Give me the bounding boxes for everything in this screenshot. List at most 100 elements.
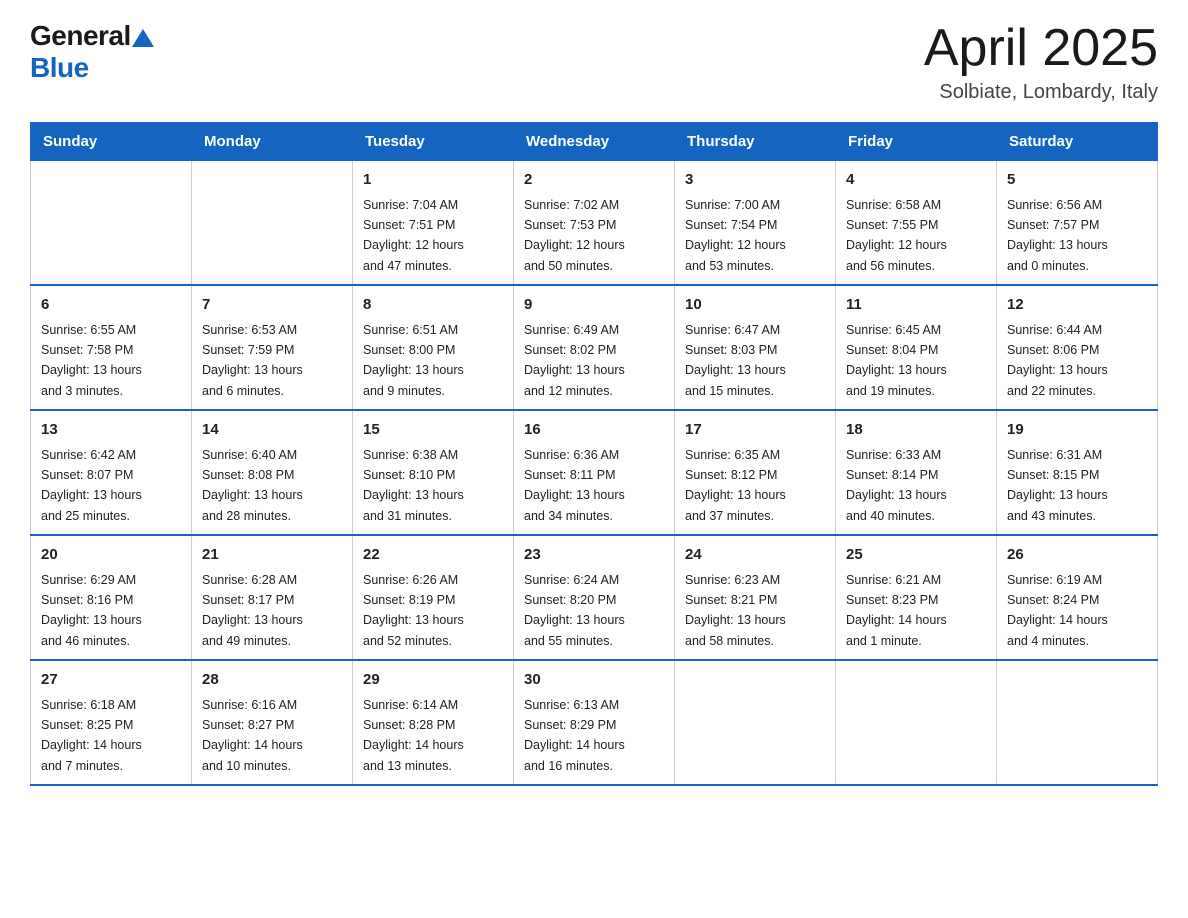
day-number: 28: [202, 669, 342, 692]
day-info: Sunrise: 6:44 AMSunset: 8:06 PMDaylight:…: [1007, 323, 1108, 398]
day-info: Sunrise: 6:31 AMSunset: 8:15 PMDaylight:…: [1007, 448, 1108, 523]
day-info: Sunrise: 6:58 AMSunset: 7:55 PMDaylight:…: [846, 198, 947, 273]
day-number: 15: [363, 419, 503, 442]
calendar-week-row: 27 Sunrise: 6:18 AMSunset: 8:25 PMDayligh…: [31, 660, 1158, 785]
day-info: Sunrise: 6:24 AMSunset: 8:20 PMDaylight:…: [524, 573, 625, 648]
calendar-day-cell: 14 Sunrise: 6:40 AMSunset: 8:08 PMDayligh…: [192, 410, 353, 535]
day-number: 17: [685, 419, 825, 442]
day-info: Sunrise: 7:00 AMSunset: 7:54 PMDaylight:…: [685, 198, 786, 273]
day-info: Sunrise: 6:45 AMSunset: 8:04 PMDaylight:…: [846, 323, 947, 398]
day-info: Sunrise: 6:40 AMSunset: 8:08 PMDaylight:…: [202, 448, 303, 523]
day-info: Sunrise: 7:04 AMSunset: 7:51 PMDaylight:…: [363, 198, 464, 273]
day-number: 29: [363, 669, 503, 692]
day-of-week-header: Monday: [192, 123, 353, 161]
calendar-day-cell: 26 Sunrise: 6:19 AMSunset: 8:24 PMDayligh…: [997, 535, 1158, 660]
day-info: Sunrise: 6:18 AMSunset: 8:25 PMDaylight:…: [41, 698, 142, 773]
day-number: 11: [846, 294, 986, 317]
day-info: Sunrise: 6:35 AMSunset: 8:12 PMDaylight:…: [685, 448, 786, 523]
day-info: Sunrise: 6:36 AMSunset: 8:11 PMDaylight:…: [524, 448, 625, 523]
day-number: 16: [524, 419, 664, 442]
calendar-day-cell: 7 Sunrise: 6:53 AMSunset: 7:59 PMDaylight…: [192, 285, 353, 410]
day-of-week-header: Friday: [836, 123, 997, 161]
calendar-day-cell: 6Sunrise: 6:55 AMSunset: 7:58 PMDaylight…: [31, 285, 192, 410]
calendar-day-cell: 18Sunrise: 6:33 AMSunset: 8:14 PMDayligh…: [836, 410, 997, 535]
logo-general-text: General: [30, 20, 131, 52]
day-info: Sunrise: 6:26 AMSunset: 8:19 PMDaylight:…: [363, 573, 464, 648]
page-header: General Blue April 2025 Solbiate, Lombar…: [30, 20, 1158, 104]
calendar-day-cell: 17 Sunrise: 6:35 AMSunset: 8:12 PMDayligh…: [675, 410, 836, 535]
day-number: 2: [524, 169, 664, 192]
day-of-week-header: Wednesday: [514, 123, 675, 161]
calendar-day-cell: 3 Sunrise: 7:00 AMSunset: 7:54 PMDaylight…: [675, 161, 836, 286]
calendar-day-cell: 5Sunrise: 6:56 AMSunset: 7:57 PMDaylight…: [997, 161, 1158, 286]
calendar-day-cell: 11 Sunrise: 6:45 AMSunset: 8:04 PMDayligh…: [836, 285, 997, 410]
day-number: 14: [202, 419, 342, 442]
logo-triangle-icon: [132, 29, 154, 47]
day-info: Sunrise: 6:51 AMSunset: 8:00 PMDaylight:…: [363, 323, 464, 398]
calendar-week-row: 20Sunrise: 6:29 AMSunset: 8:16 PMDayligh…: [31, 535, 1158, 660]
calendar-day-cell: [675, 660, 836, 785]
calendar-day-cell: 15 Sunrise: 6:38 AMSunset: 8:10 PMDayligh…: [353, 410, 514, 535]
day-number: 26: [1007, 544, 1147, 567]
day-info: Sunrise: 6:21 AMSunset: 8:23 PMDaylight:…: [846, 573, 947, 648]
day-number: 10: [685, 294, 825, 317]
calendar-day-cell: [31, 161, 192, 286]
logo: General Blue: [30, 20, 154, 84]
day-number: 25: [846, 544, 986, 567]
day-info: Sunrise: 6:16 AMSunset: 8:27 PMDaylight:…: [202, 698, 303, 773]
calendar-day-cell: 19 Sunrise: 6:31 AMSunset: 8:15 PMDayligh…: [997, 410, 1158, 535]
calendar-day-cell: 4 Sunrise: 6:58 AMSunset: 7:55 PMDaylight…: [836, 161, 997, 286]
calendar-week-row: 6Sunrise: 6:55 AMSunset: 7:58 PMDaylight…: [31, 285, 1158, 410]
day-number: 24: [685, 544, 825, 567]
calendar-header: SundayMondayTuesdayWednesdayThursdayFrid…: [31, 123, 1158, 161]
calendar-day-cell: 21 Sunrise: 6:28 AMSunset: 8:17 PMDayligh…: [192, 535, 353, 660]
calendar-day-cell: 25 Sunrise: 6:21 AMSunset: 8:23 PMDayligh…: [836, 535, 997, 660]
day-number: 7: [202, 294, 342, 317]
calendar-day-cell: 30Sunrise: 6:13 AMSunset: 8:29 PMDayligh…: [514, 660, 675, 785]
day-number: 18: [846, 419, 986, 442]
day-info: Sunrise: 6:28 AMSunset: 8:17 PMDaylight:…: [202, 573, 303, 648]
calendar-week-row: 13 Sunrise: 6:42 AMSunset: 8:07 PMDayligh…: [31, 410, 1158, 535]
day-number: 8: [363, 294, 503, 317]
calendar-day-cell: 22Sunrise: 6:26 AMSunset: 8:19 PMDayligh…: [353, 535, 514, 660]
day-number: 3: [685, 169, 825, 192]
day-info: Sunrise: 7:02 AMSunset: 7:53 PMDaylight:…: [524, 198, 625, 273]
day-info: Sunrise: 6:42 AMSunset: 8:07 PMDaylight:…: [41, 448, 142, 523]
day-number: 6: [41, 294, 181, 317]
calendar-day-cell: 24 Sunrise: 6:23 AMSunset: 8:21 PMDayligh…: [675, 535, 836, 660]
day-info: Sunrise: 6:49 AMSunset: 8:02 PMDaylight:…: [524, 323, 625, 398]
calendar-day-cell: 1 Sunrise: 7:04 AMSunset: 7:51 PMDaylight…: [353, 161, 514, 286]
calendar-week-row: 1 Sunrise: 7:04 AMSunset: 7:51 PMDaylight…: [31, 161, 1158, 286]
calendar-day-cell: 27 Sunrise: 6:18 AMSunset: 8:25 PMDayligh…: [31, 660, 192, 785]
calendar-day-cell: 23Sunrise: 6:24 AMSunset: 8:20 PMDayligh…: [514, 535, 675, 660]
calendar-table: SundayMondayTuesdayWednesdayThursdayFrid…: [30, 122, 1158, 786]
day-of-week-header: Thursday: [675, 123, 836, 161]
day-info: Sunrise: 6:19 AMSunset: 8:24 PMDaylight:…: [1007, 573, 1108, 648]
calendar-body: 1 Sunrise: 7:04 AMSunset: 7:51 PMDaylight…: [31, 161, 1158, 786]
day-info: Sunrise: 6:14 AMSunset: 8:28 PMDaylight:…: [363, 698, 464, 773]
day-of-week-header: Sunday: [31, 123, 192, 161]
logo-blue-text: Blue: [30, 52, 89, 84]
day-number: 27: [41, 669, 181, 692]
day-info: Sunrise: 6:56 AMSunset: 7:57 PMDaylight:…: [1007, 198, 1108, 273]
day-number: 30: [524, 669, 664, 692]
day-number: 9: [524, 294, 664, 317]
calendar-title: April 2025: [924, 20, 1158, 77]
day-info: Sunrise: 6:38 AMSunset: 8:10 PMDaylight:…: [363, 448, 464, 523]
calendar-day-cell: 9 Sunrise: 6:49 AMSunset: 8:02 PMDaylight…: [514, 285, 675, 410]
calendar-day-cell: 29 Sunrise: 6:14 AMSunset: 8:28 PMDayligh…: [353, 660, 514, 785]
day-number: 13: [41, 419, 181, 442]
days-of-week-row: SundayMondayTuesdayWednesdayThursdayFrid…: [31, 123, 1158, 161]
calendar-day-cell: 13 Sunrise: 6:42 AMSunset: 8:07 PMDayligh…: [31, 410, 192, 535]
calendar-day-cell: 20Sunrise: 6:29 AMSunset: 8:16 PMDayligh…: [31, 535, 192, 660]
calendar-day-cell: 28 Sunrise: 6:16 AMSunset: 8:27 PMDayligh…: [192, 660, 353, 785]
day-info: Sunrise: 6:23 AMSunset: 8:21 PMDaylight:…: [685, 573, 786, 648]
day-number: 21: [202, 544, 342, 567]
calendar-day-cell: 8 Sunrise: 6:51 AMSunset: 8:00 PMDaylight…: [353, 285, 514, 410]
day-number: 19: [1007, 419, 1147, 442]
day-number: 4: [846, 169, 986, 192]
calendar-day-cell: 2 Sunrise: 7:02 AMSunset: 7:53 PMDaylight…: [514, 161, 675, 286]
day-info: Sunrise: 6:53 AMSunset: 7:59 PMDaylight:…: [202, 323, 303, 398]
day-number: 1: [363, 169, 503, 192]
day-info: Sunrise: 6:29 AMSunset: 8:16 PMDaylight:…: [41, 573, 142, 648]
